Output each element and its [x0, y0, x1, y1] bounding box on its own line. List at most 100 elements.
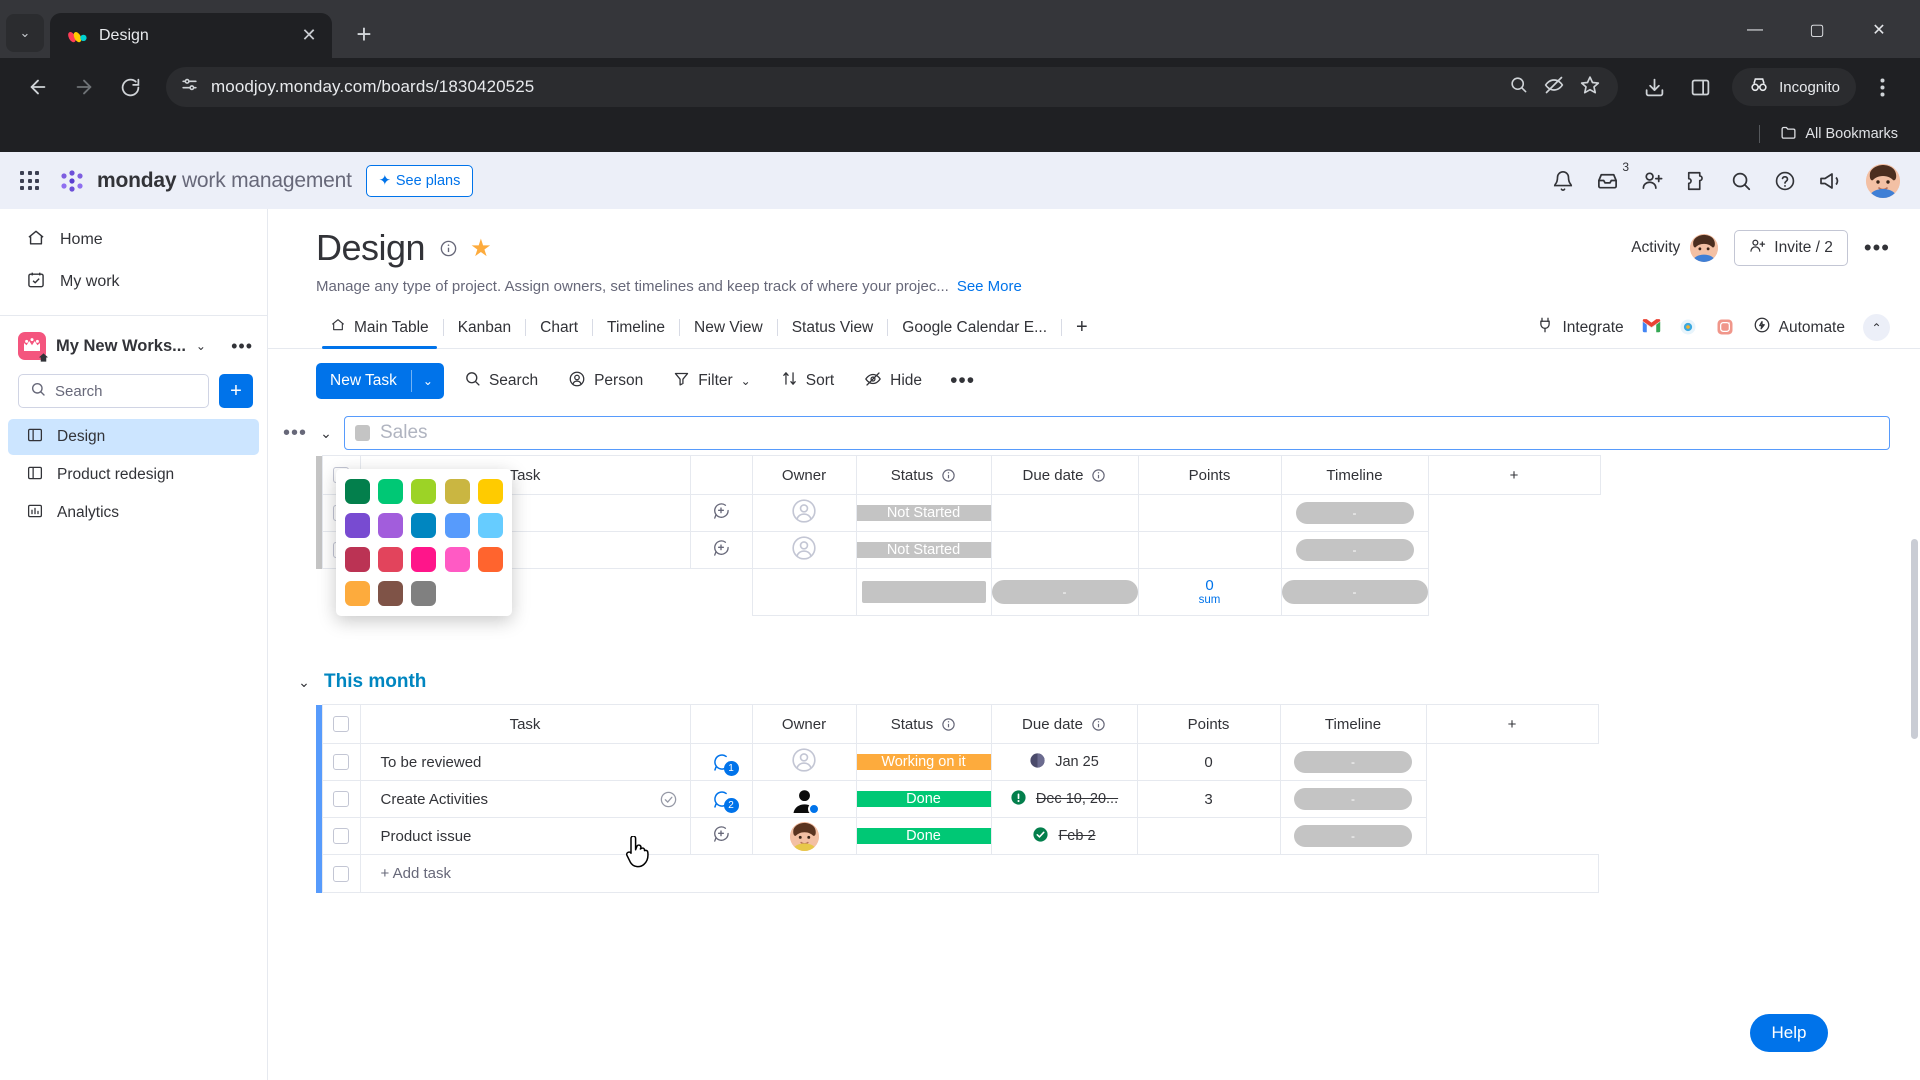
color-swatch[interactable] — [411, 479, 437, 504]
maximize-icon[interactable]: ▢ — [1786, 10, 1848, 50]
add-task-row[interactable]: + Add task — [316, 854, 1599, 893]
automate-button[interactable]: Automate — [1753, 316, 1845, 339]
browser-menu-icon[interactable] — [1862, 67, 1902, 107]
info-icon[interactable] — [941, 717, 956, 732]
gmail-icon[interactable] — [1642, 318, 1661, 337]
tab-chart[interactable]: Chart — [526, 307, 592, 348]
row-checkbox-cell[interactable] — [321, 780, 361, 818]
slack-icon[interactable] — [1679, 318, 1698, 337]
column-points[interactable]: Points — [1137, 455, 1282, 495]
empty-avatar-icon[interactable] — [791, 747, 817, 778]
color-swatch[interactable] — [477, 479, 503, 504]
row-timeline-cell[interactable]: - — [1279, 743, 1427, 781]
incognito-indicator[interactable]: Incognito — [1732, 68, 1856, 106]
sidebar-item-home[interactable]: Home — [8, 221, 259, 259]
tracking-protection-icon[interactable] — [1544, 75, 1564, 100]
row-conversation-cell[interactable] — [689, 817, 753, 855]
row-owner-cell[interactable] — [751, 780, 857, 818]
browser-tab[interactable]: Design ✕ — [50, 13, 332, 58]
owner-avatar[interactable] — [789, 784, 820, 815]
table-row[interactable]: Create Activities 2 Done Dec 10, 20... 3… — [316, 780, 1598, 818]
sidebar-item-design[interactable]: Design — [8, 419, 259, 455]
search-button[interactable]: Search — [454, 364, 548, 398]
column-points[interactable]: Points — [1136, 704, 1281, 744]
page-settings-icon[interactable] — [180, 75, 199, 99]
row-status-cell[interactable]: Not Started — [855, 531, 992, 569]
row-date-cell[interactable] — [990, 531, 1139, 569]
forward-icon[interactable] — [64, 67, 104, 107]
row-points-cell[interactable] — [1137, 531, 1282, 569]
column-timeline[interactable]: Timeline — [1280, 455, 1429, 495]
empty-avatar-icon[interactable] — [791, 498, 817, 529]
apps-extensions-icon[interactable] — [1686, 170, 1708, 192]
collapse-header-icon[interactable]: ⌃ — [1863, 314, 1890, 341]
color-swatch[interactable] — [345, 479, 370, 504]
owner-avatar[interactable] — [789, 821, 819, 851]
row-timeline-cell[interactable]: - — [1279, 780, 1427, 818]
person-button[interactable]: Person — [558, 364, 653, 398]
whats-new-icon[interactable] — [1818, 169, 1844, 193]
address-bar[interactable]: moodjoy.monday.com/boards/1830420525 — [166, 67, 1619, 107]
sidebar-item-analytics[interactable]: Analytics — [8, 495, 259, 531]
reload-icon[interactable] — [110, 67, 150, 107]
vertical-scrollbar[interactable] — [1911, 539, 1918, 739]
row-checkbox-cell[interactable] — [321, 817, 361, 855]
row-points-cell[interactable] — [1136, 817, 1281, 855]
help-button[interactable]: Help — [1750, 1014, 1828, 1052]
invite-button[interactable]: Invite / 2 — [1734, 230, 1848, 266]
side-panel-icon[interactable] — [1680, 67, 1720, 107]
help-icon[interactable] — [1774, 170, 1796, 192]
row-conversation-cell[interactable] — [689, 531, 753, 569]
minimize-icon[interactable]: — — [1724, 10, 1786, 50]
tab-new-view[interactable]: New View — [680, 307, 777, 348]
star-icon[interactable]: ★ — [470, 234, 492, 263]
color-swatch[interactable] — [411, 581, 437, 606]
add-column-button[interactable]: + — [1425, 704, 1599, 744]
row-timeline-cell[interactable]: - — [1280, 531, 1429, 569]
row-status-cell[interactable]: Done — [855, 780, 992, 818]
tab-timeline[interactable]: Timeline — [593, 307, 679, 348]
filter-button[interactable]: Filter ⌄ — [663, 364, 761, 398]
conversation-icon[interactable]: 2 — [711, 789, 739, 813]
download-icon[interactable] — [1634, 67, 1674, 107]
color-swatch[interactable] — [378, 581, 404, 606]
color-swatch[interactable] — [411, 547, 437, 572]
row-owner-cell[interactable] — [751, 494, 857, 532]
notifications-bell-icon[interactable] — [1552, 170, 1574, 192]
see-plans-button[interactable]: ✦ See plans — [365, 164, 474, 197]
color-swatch[interactable] — [411, 513, 437, 538]
tab-main-table[interactable]: Main Table — [316, 307, 443, 349]
row-status-cell[interactable]: Done — [855, 817, 992, 855]
close-icon[interactable]: ✕ — [296, 23, 322, 49]
workspace-selector[interactable]: My New Works... ⌄ ••• — [0, 326, 267, 366]
chevron-down-icon[interactable]: ⌄ — [196, 339, 206, 353]
row-points-cell[interactable]: 0 — [1136, 743, 1281, 781]
column-owner[interactable]: Owner — [751, 704, 857, 744]
column-status[interactable]: Status — [855, 455, 992, 495]
table-row[interactable]: Product issue Done Feb 2 - — [316, 817, 1598, 855]
color-swatch[interactable] — [444, 547, 470, 572]
search-input[interactable]: Search — [18, 374, 209, 408]
group-collapse-chevron-icon[interactable]: ⌄ — [316, 425, 336, 442]
sidebar-item-product-redesign[interactable]: Product redesign — [8, 457, 259, 493]
row-owner-cell[interactable] — [751, 531, 857, 569]
row-owner-cell[interactable] — [751, 743, 857, 781]
conversation-icon[interactable]: 1 — [711, 752, 739, 776]
row-checkbox[interactable] — [333, 828, 349, 844]
row-date-cell[interactable]: Jan 25 — [990, 743, 1138, 781]
group-color-swatch[interactable] — [355, 425, 370, 441]
color-swatch[interactable] — [345, 547, 370, 572]
row-status-cell[interactable]: Not Started — [855, 494, 992, 532]
column-status[interactable]: Status — [855, 704, 992, 744]
column-owner[interactable]: Owner — [751, 455, 857, 495]
color-swatch[interactable] — [477, 547, 503, 572]
row-date-cell[interactable]: Dec 10, 20... — [990, 780, 1138, 818]
all-bookmarks-button[interactable]: All Bookmarks — [1780, 124, 1898, 145]
info-icon[interactable] — [439, 239, 458, 258]
add-task-checkbox-cell[interactable] — [321, 854, 361, 893]
row-timeline-cell[interactable]: - — [1279, 817, 1427, 855]
row-checkbox[interactable] — [333, 754, 349, 770]
inbox-icon[interactable]: 3 — [1596, 160, 1629, 192]
group-color-picker[interactable] — [336, 469, 512, 616]
row-status-cell[interactable]: Working on it — [855, 743, 992, 781]
